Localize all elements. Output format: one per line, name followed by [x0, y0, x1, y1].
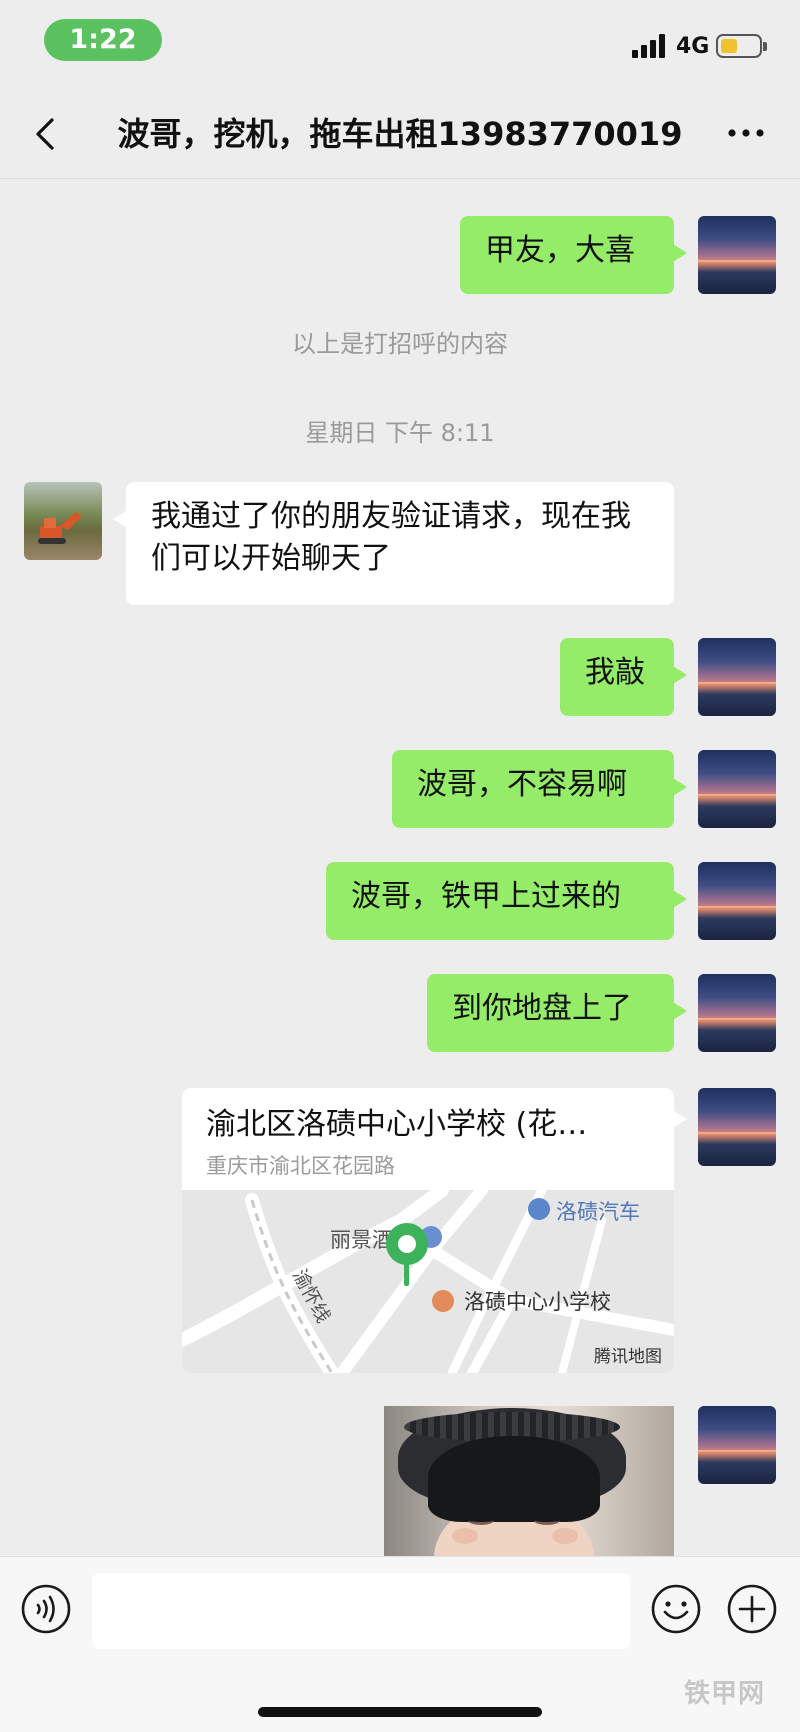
chevron-left-icon[interactable]: [28, 116, 64, 152]
message-bubble-sent[interactable]: 我敲: [560, 638, 687, 716]
location-name: 渝北区洛碛中心小学校 (花…: [206, 1107, 588, 1142]
more-icon[interactable]: [724, 118, 768, 148]
location-address: 重庆市渝北区花园路: [206, 1154, 395, 1178]
signal-icon: [632, 34, 668, 58]
bus-icon: [528, 1198, 550, 1220]
plus-icon[interactable]: [726, 1583, 778, 1635]
avatar-friend[interactable]: [24, 482, 102, 560]
photo-message[interactable]: [384, 1406, 674, 1558]
system-note: 以上是打招呼的内容: [292, 330, 508, 358]
map-label-school: 洛碛中心小学校: [464, 1290, 611, 1314]
timestamp: 星期日 下午 8:11: [305, 419, 495, 447]
avatar-self[interactable]: [698, 750, 776, 828]
avatar-self[interactable]: [698, 1088, 776, 1166]
message-bubble-sent[interactable]: 到你地盘上了: [427, 974, 687, 1052]
avatar-self[interactable]: [698, 216, 776, 294]
input-bar: 铁甲网: [0, 1556, 800, 1732]
message-bubble-sent[interactable]: 波哥，不容易啊: [392, 750, 687, 828]
map-label-bus-station: 洛碛汽车: [556, 1200, 640, 1224]
message-bubble-received[interactable]: 我通过了你的朋友验证请求，现在我们可以开始聊天了: [113, 482, 674, 605]
home-indicator[interactable]: [258, 1707, 542, 1717]
location-card[interactable]: 渝北区洛碛中心小学校 (花… 重庆市渝北区花园路 渝怀线 丽景酒店 洛碛汽车 洛…: [182, 1088, 674, 1373]
avatar-self[interactable]: [698, 638, 776, 716]
battery-icon: [716, 34, 767, 58]
status-time[interactable]: 1:22: [44, 19, 162, 61]
location-card-tail: [673, 1110, 687, 1128]
avatar-self[interactable]: [698, 1406, 776, 1484]
watermark: 铁甲网: [684, 1679, 766, 1709]
map-provider-label: 腾讯地图: [594, 1347, 662, 1367]
message-bubble-sent[interactable]: 甲友，大喜: [460, 216, 687, 294]
network-type: 4G: [676, 34, 710, 59]
nav-bar: 波哥，挖机，拖车出租13983770019: [0, 90, 800, 179]
chat-title: 波哥，挖机，拖车出租13983770019: [117, 115, 683, 153]
voice-icon[interactable]: [20, 1583, 72, 1635]
school-icon: [432, 1290, 454, 1312]
avatar-self[interactable]: [698, 862, 776, 940]
status-bar: 1:22 4G: [0, 0, 800, 90]
message-input[interactable]: [92, 1573, 630, 1649]
message-bubble-sent[interactable]: 波哥，铁甲上过来的: [326, 862, 687, 940]
excavator-image: [38, 512, 82, 544]
avatar-self[interactable]: [698, 974, 776, 1052]
map-preview[interactable]: 渝怀线 丽景酒店 洛碛汽车 洛碛中心小学校 腾讯地图: [182, 1190, 674, 1373]
map-pin-icon: [386, 1223, 428, 1286]
emoji-icon[interactable]: [650, 1583, 702, 1635]
